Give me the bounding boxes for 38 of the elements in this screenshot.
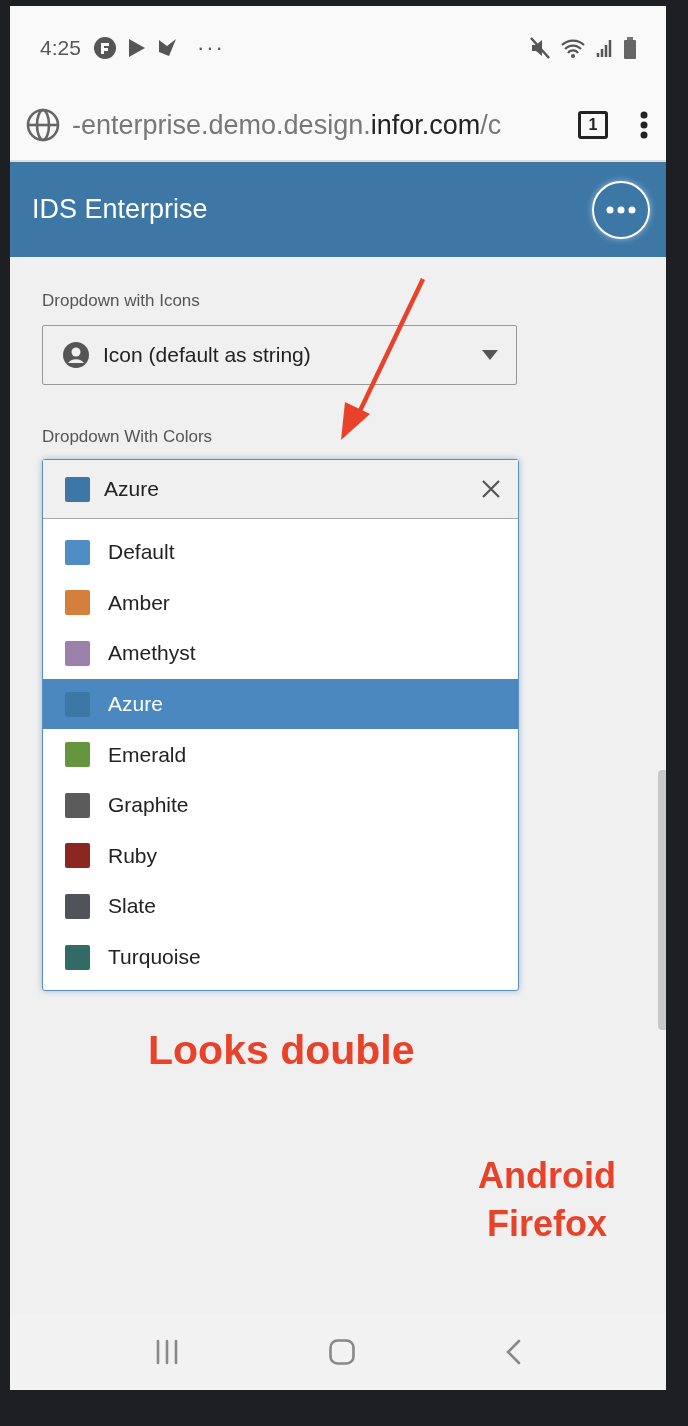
color-dropdown-list[interactable]: Azure Default Amber Amethyst Azure Emerald Graphite Ruby Slate Turquoise: [42, 459, 519, 992]
app-title: IDS Enterprise: [32, 194, 209, 225]
color-dropdown-field[interactable]: Azure: [43, 460, 518, 519]
dropdown-option[interactable]: Amethyst: [43, 628, 518, 679]
more-notifications-icon: ···: [196, 35, 225, 61]
dropdown-option[interactable]: Emerald: [43, 729, 518, 780]
menu-icon[interactable]: [640, 111, 648, 139]
close-icon[interactable]: [482, 480, 500, 498]
dropdown-option[interactable]: Turquoise: [43, 931, 518, 983]
back-icon[interactable]: [505, 1338, 521, 1365]
battery-icon: [624, 37, 636, 59]
recent-apps-icon[interactable]: [155, 1338, 179, 1365]
dropdown-option[interactable]: Default: [43, 527, 518, 578]
field-label: Dropdown with Icons: [42, 291, 201, 311]
dropdown-option[interactable]: Graphite: [43, 779, 518, 831]
wifi-icon: [560, 37, 586, 59]
caret-icon: [482, 350, 498, 360]
annotation-text: Looks double: [148, 1027, 415, 1075]
more-button[interactable]: [592, 180, 650, 239]
mute-icon: [530, 37, 550, 59]
dropdown-option[interactable]: Slate: [43, 881, 518, 932]
user-icon: [63, 342, 89, 368]
field-label: Dropdown With Colors: [42, 427, 214, 447]
tab-count-button[interactable]: 1: [578, 111, 608, 139]
home-icon[interactable]: [329, 1338, 355, 1365]
dots-icon: [606, 205, 636, 214]
globe-icon: [26, 108, 60, 142]
dropdown-option[interactable]: Azure: [43, 678, 518, 730]
icon-dropdown[interactable]: Icon (default as string): [42, 325, 517, 385]
annotation-text: Android Firefox: [477, 1154, 617, 1247]
dropdown-option[interactable]: Amber: [43, 577, 518, 629]
clock-time: 4:25: [40, 36, 81, 60]
signal-icon: [596, 37, 614, 59]
dropdown-option[interactable]: Ruby: [43, 830, 518, 882]
play-icon: [126, 37, 147, 59]
selected-value: Azure: [104, 477, 160, 501]
selected-value: Icon (default as string): [103, 343, 312, 367]
url-field[interactable]: -enterprise.demo.design.infor.com/c: [72, 109, 578, 141]
